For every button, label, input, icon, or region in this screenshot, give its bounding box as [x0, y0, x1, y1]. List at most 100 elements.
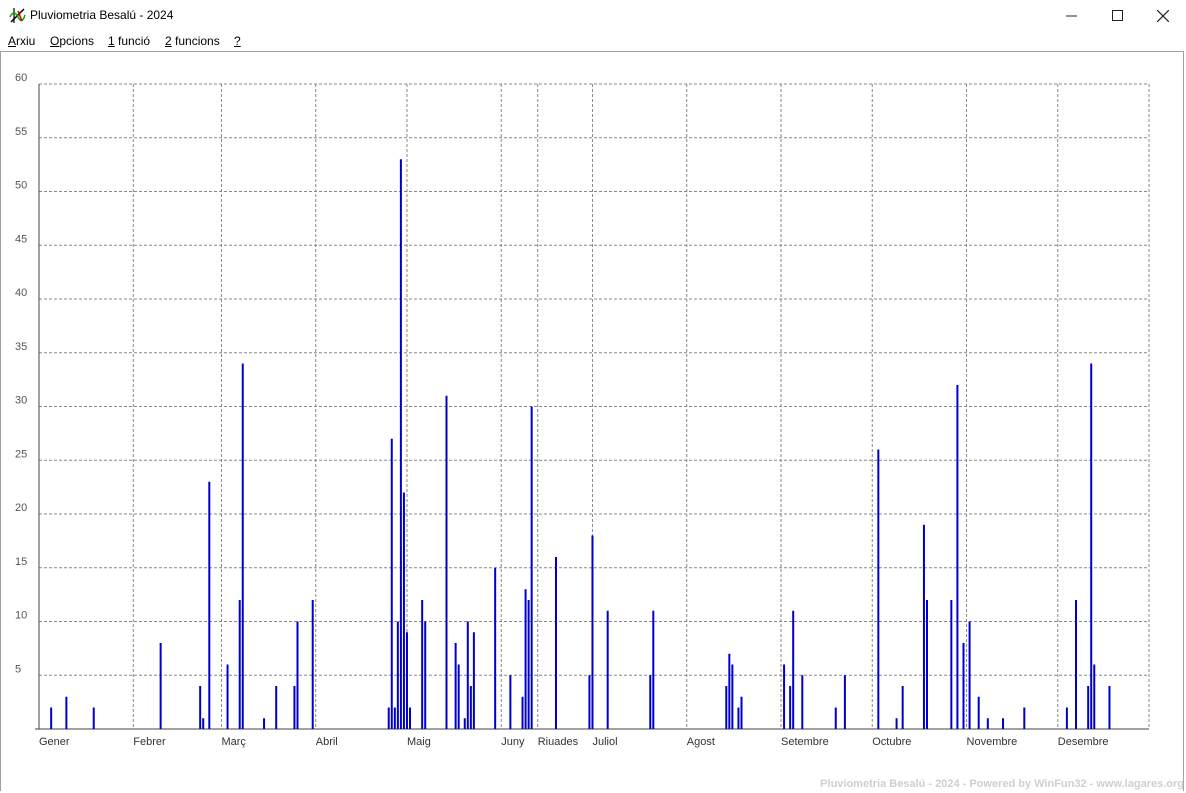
- rain-bar: [393, 707, 396, 729]
- rain-bar: [789, 686, 792, 729]
- rain-bar: [421, 600, 424, 729]
- rain-bar: [472, 632, 475, 729]
- window-title: Pluviometria Besalú - 2024: [30, 8, 174, 22]
- rain-bar: [731, 664, 734, 729]
- rain-bar: [1108, 686, 1111, 729]
- rain-bar: [527, 600, 530, 729]
- month-label: Desembre: [1058, 736, 1109, 748]
- rain-bar: [588, 675, 591, 729]
- menu-arxiu[interactable]: Arxiu: [8, 34, 35, 48]
- maximize-icon: [1111, 10, 1123, 21]
- y-tick-label: 10: [15, 610, 27, 622]
- rain-bar: [1065, 707, 1068, 729]
- rain-bar: [740, 696, 743, 729]
- maximize-button[interactable]: [1094, 0, 1140, 31]
- y-tick-label: 30: [15, 395, 27, 407]
- rain-bar: [950, 600, 953, 729]
- rain-bar: [783, 664, 786, 729]
- month-label: Novembre: [967, 736, 1018, 748]
- rain-bar: [454, 643, 457, 729]
- rain-bar: [92, 707, 95, 729]
- rain-bar: [521, 696, 524, 729]
- rain-bar: [922, 524, 925, 729]
- rain-bar: [895, 718, 898, 729]
- y-tick-label: 60: [15, 72, 27, 84]
- rain-bar: [202, 718, 205, 729]
- rain-bar: [1075, 600, 1078, 729]
- menu-opcions[interactable]: Opcions: [50, 34, 94, 48]
- y-tick-label: 5: [15, 663, 21, 675]
- footer-credit: Pluviometria Besalú - 2024 - Powered by …: [820, 778, 1184, 790]
- rain-bar: [208, 481, 211, 729]
- y-tick-label: 25: [15, 448, 27, 460]
- rain-bar: [241, 363, 244, 729]
- rain-bar: [263, 718, 266, 729]
- month-label: Juliol: [592, 736, 617, 748]
- close-icon: [1157, 9, 1169, 22]
- month-label: Abril: [316, 736, 338, 748]
- minimize-button[interactable]: [1048, 0, 1094, 31]
- month-label: Març: [221, 736, 246, 748]
- rain-bar: [466, 621, 469, 729]
- rain-bar: [399, 159, 402, 729]
- rain-bar: [524, 589, 527, 729]
- month-label: Gener: [39, 736, 70, 748]
- rain-bar: [159, 643, 162, 729]
- menu-2-funcions[interactable]: 2 funcions: [165, 34, 220, 48]
- title-bar: Pluviometria Besalú - 2024: [0, 0, 1186, 31]
- menu-help[interactable]: ?: [234, 34, 241, 48]
- rain-bar: [1023, 707, 1026, 729]
- month-label: Maig: [407, 736, 431, 748]
- rain-bar: [424, 621, 427, 729]
- y-tick-label: 35: [15, 341, 27, 353]
- rain-bar: [968, 621, 971, 729]
- rain-bar: [554, 557, 557, 729]
- rain-bar: [956, 385, 959, 729]
- y-tick-label: 20: [15, 502, 27, 514]
- rain-bar: [509, 675, 512, 729]
- rain-bar: [792, 610, 795, 729]
- rain-bar: [405, 632, 408, 729]
- rain-bar: [1093, 664, 1096, 729]
- rain-bar: [445, 395, 448, 729]
- rain-bar: [901, 686, 904, 729]
- rain-bar: [457, 664, 460, 729]
- y-tick-label: 15: [15, 556, 27, 568]
- rain-bar: [1087, 686, 1090, 729]
- rain-bar: [877, 449, 880, 729]
- minimize-icon: [1065, 15, 1077, 17]
- plot-area: 5 10 15 20 25 30 35 40 45 50 55 60 Gener Febrer Març Ab…: [0, 51, 1184, 791]
- rain-bar: [926, 600, 928, 729]
- y-tick-label: 40: [15, 287, 27, 299]
- app-icon: [9, 8, 26, 23]
- rain-bar: [977, 696, 980, 729]
- rain-bar: [463, 718, 466, 729]
- rain-bar: [402, 492, 405, 729]
- rain-bar: [494, 567, 497, 729]
- rain-bar: [226, 664, 229, 729]
- menu-bar: Arxiu Opcions 1 funció 2 funcions ?: [0, 31, 1186, 51]
- rain-bar: [986, 718, 989, 729]
- rain-bar: [199, 686, 202, 729]
- rain-bar: [296, 621, 299, 729]
- rain-bar: [834, 707, 837, 729]
- rain-bar: [649, 675, 652, 729]
- month-label: Juny: [501, 736, 525, 748]
- month-label: Febrer: [133, 736, 166, 748]
- rain-bar: [469, 686, 472, 729]
- rain-bar: [409, 707, 412, 729]
- rain-bar: [50, 707, 53, 729]
- rain-bar: [801, 675, 804, 729]
- y-tick-label: 45: [15, 233, 27, 245]
- close-button[interactable]: [1140, 0, 1186, 31]
- month-label: Riuades: [538, 736, 579, 748]
- menu-1-funcio[interactable]: 1 funció: [108, 34, 150, 48]
- rain-bar: [530, 406, 533, 729]
- rain-bar: [591, 535, 594, 729]
- month-label: Octubre: [872, 736, 911, 748]
- rain-bar: [390, 438, 393, 729]
- rain-bar: [728, 653, 731, 729]
- rainfall-chart: 5 10 15 20 25 30 35 40 45 50 55 60 Gener Febrer Març Ab…: [15, 72, 1150, 748]
- month-label: Setembre: [781, 736, 829, 748]
- rain-bar: [962, 643, 965, 729]
